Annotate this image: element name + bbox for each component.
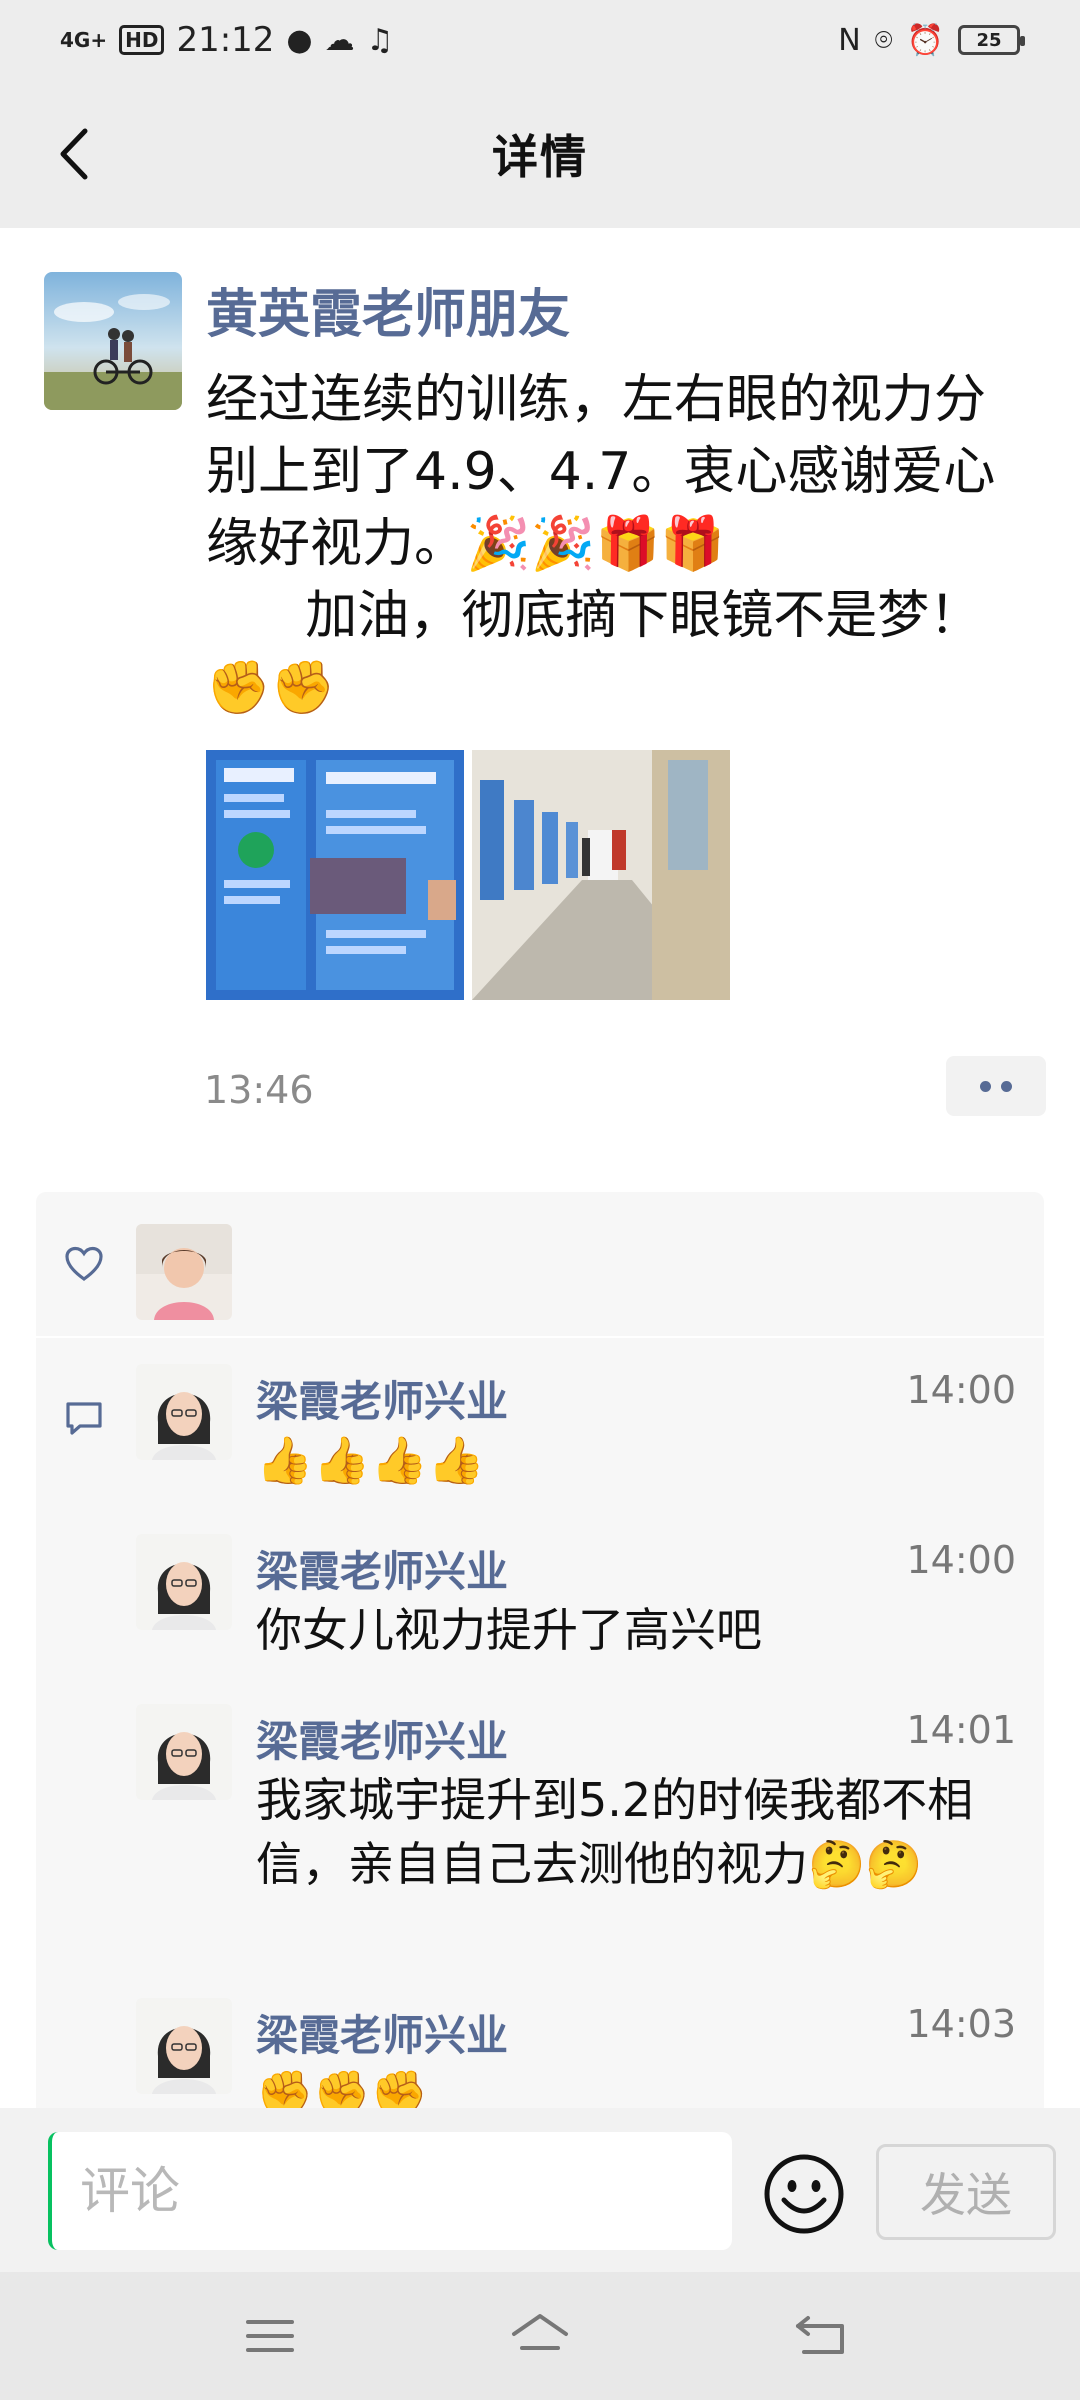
- brochure-image: [206, 750, 464, 1000]
- battery-indicator: 25: [958, 25, 1025, 55]
- post-text: 经过连续的训练，左右眼的视力分别上到了4.9、4.7。衷心感谢爱心缘好视力。🎉🎉…: [206, 370, 996, 718]
- avatar-image: [44, 272, 182, 410]
- hallway-image: [472, 750, 730, 1000]
- comment-time: 14:01: [906, 1708, 1016, 1752]
- liker-avatar[interactable]: [136, 1224, 232, 1320]
- comment-item[interactable]: 梁霞老师兴业 14:03 ✊✊✊: [136, 1998, 1016, 2110]
- post-photo-brochure[interactable]: [206, 750, 464, 1000]
- author-avatar[interactable]: [44, 272, 182, 410]
- commenter-name[interactable]: 梁霞老师兴业: [256, 1368, 508, 1429]
- commenter-avatar[interactable]: [136, 1534, 232, 1630]
- comment-time: 14:00: [906, 1538, 1016, 1582]
- system-nav-bar: [0, 2272, 1080, 2400]
- emoji-button[interactable]: [762, 2152, 846, 2236]
- comment-item[interactable]: 梁霞老师兴业 14:00 你女儿视力提升了高兴吧: [136, 1534, 1016, 1684]
- comment-item[interactable]: 梁霞老师兴业 14:00 👍👍👍👍: [136, 1364, 1016, 1514]
- location-icon: ⌾: [874, 22, 893, 58]
- comments-section: 梁霞老师兴业 14:00 👍👍👍👍 梁霞老师兴业 14:00 你女儿视力提升了高…: [36, 1338, 1044, 2110]
- comment-text: 👍👍👍👍: [256, 1433, 486, 1487]
- moments-detail-screen: 4G+ HD 21:12 ● ☁ ♫ N ⌾ ⏰ 25 详情 黄英霞老师朋友 经…: [0, 0, 1080, 2400]
- likes-section: [36, 1192, 1044, 1336]
- status-right: N ⌾ ⏰ 25: [838, 22, 1025, 58]
- comment-item[interactable]: 梁霞老师兴业 14:01 我家城宇提升到5.2的时候我都不相信，亲自自己去测他的…: [136, 1704, 1016, 1974]
- emoji-icon: [764, 2154, 844, 2234]
- wechat-icon: ●: [286, 22, 313, 58]
- back-button[interactable]: [34, 114, 114, 194]
- return-button[interactable]: [790, 2304, 854, 2368]
- commenter-name[interactable]: 梁霞老师兴业: [256, 1708, 508, 1769]
- comment-time: 14:00: [906, 1368, 1016, 1412]
- commenter-avatar-image: [136, 1998, 232, 2094]
- post-timestamp: 13:46: [204, 1068, 314, 1112]
- clock: 21:12: [176, 20, 275, 60]
- menu-icon: [246, 2320, 294, 2352]
- commenter-avatar-image: [136, 1704, 232, 1800]
- nfc-icon: N: [838, 22, 861, 58]
- return-icon: [796, 2316, 844, 2354]
- back-icon: [60, 128, 88, 180]
- comment-text: 我家城宇提升到5.2的时候我都不相信，亲自自己去测他的视力🤔🤔: [256, 1773, 974, 1891]
- heart-icon: [65, 1246, 103, 1281]
- status-left: 4G+ HD 21:12 ● ☁ ♫: [60, 20, 394, 60]
- commenter-avatar[interactable]: [136, 1998, 232, 2094]
- commenter-name[interactable]: 梁霞老师兴业: [256, 2002, 508, 2063]
- comment-input[interactable]: [48, 2132, 732, 2250]
- network-indicator: 4G+: [60, 28, 108, 52]
- commenter-avatar[interactable]: [136, 1364, 232, 1460]
- commenter-avatar-image: [136, 1534, 232, 1630]
- home-icon: [512, 2314, 568, 2350]
- cloud-icon: ☁: [324, 22, 355, 58]
- commenter-avatar[interactable]: [136, 1704, 232, 1800]
- page-title: 详情: [492, 130, 588, 184]
- send-button[interactable]: 发送: [876, 2144, 1056, 2240]
- liker-avatar-image: [136, 1224, 232, 1320]
- commenter-avatar-image: [136, 1364, 232, 1460]
- comment-time: 14:03: [906, 2002, 1016, 2046]
- comment-text: 你女儿视力提升了高兴吧: [256, 1603, 762, 1657]
- commenter-name[interactable]: 梁霞老师兴业: [256, 1538, 508, 1599]
- more-dot: [1001, 1080, 1012, 1092]
- music-icon: ♫: [366, 22, 394, 58]
- title-bar: 详情: [0, 80, 1080, 228]
- more-dot: [980, 1080, 991, 1092]
- menu-button[interactable]: [238, 2304, 302, 2368]
- hd-badge: HD: [119, 25, 165, 55]
- comment-input-bar: 发送: [0, 2108, 1080, 2272]
- comment-icon: [66, 1402, 102, 1435]
- alarm-icon: ⏰: [906, 22, 944, 58]
- more-actions-button[interactable]: [946, 1056, 1046, 1116]
- home-button[interactable]: [508, 2304, 572, 2368]
- post-photo-hallway[interactable]: [472, 750, 730, 1000]
- status-bar: 4G+ HD 21:12 ● ☁ ♫ N ⌾ ⏰ 25: [0, 0, 1080, 80]
- moment-post: 黄英霞老师朋友 经过连续的训练，左右眼的视力分别上到了4.9、4.7。衷心感谢爱…: [0, 228, 1080, 2110]
- comment-text: ✊✊✊: [256, 2067, 428, 2110]
- author-name[interactable]: 黄英霞老师朋友: [206, 272, 570, 347]
